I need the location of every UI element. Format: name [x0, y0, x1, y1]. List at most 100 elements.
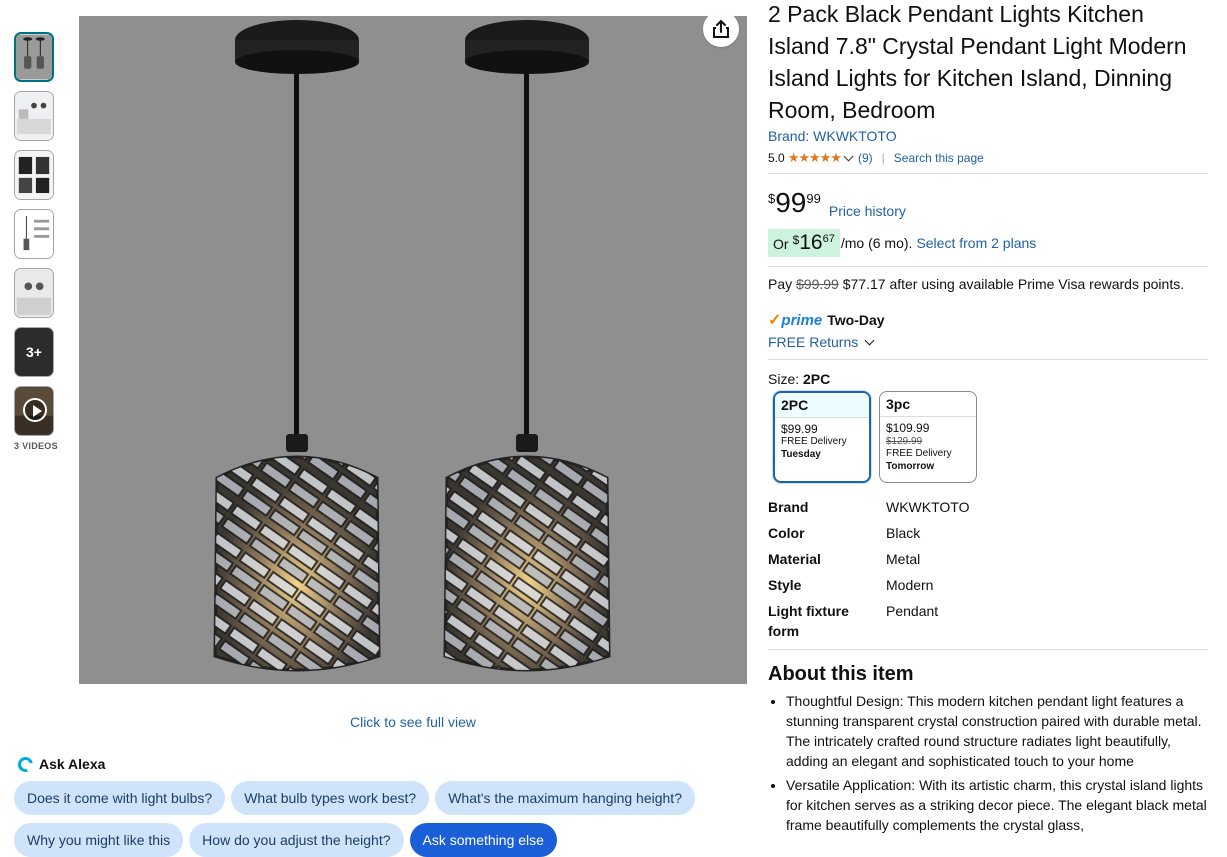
main-product-image[interactable] [79, 16, 747, 684]
thumbnail-5[interactable] [14, 268, 54, 318]
brand-link[interactable]: Brand: WKWKTOTO [768, 128, 1208, 144]
price-whole: 99 [775, 187, 807, 218]
spec-key: Color [768, 525, 805, 541]
price: $9999 [768, 188, 821, 218]
prime-check-icon: ✓ [768, 312, 782, 329]
ask-alexa-title: Ask Alexa [15, 753, 106, 775]
option-name: 3pc [880, 392, 976, 417]
spec-key: Material [768, 551, 821, 567]
spec-row: Color Black [768, 523, 1208, 543]
spec-key: Brand [768, 499, 809, 515]
rating-row: 5.0 ★★★★★ (9) | Search this page [768, 149, 1208, 167]
option-price: $109.99 [886, 421, 930, 435]
pay-original-price: $99.99 [796, 276, 839, 292]
ask-something-else-button[interactable]: Ask something else [409, 823, 557, 857]
about-heading: About this item [768, 663, 914, 685]
price-symbol: $ [768, 191, 776, 206]
spec-key: Style [768, 577, 802, 593]
review-count-link[interactable]: (9) [858, 151, 873, 165]
free-returns-label: FREE Returns [768, 334, 859, 350]
chip-adjust-height[interactable]: How do you adjust the height? [189, 823, 404, 857]
monthly-payment-row: Or $16 67 /mo (6 mo). Select from 2 plans [768, 229, 1208, 257]
product-title: 2 Pack Black Pendant Lights Kitchen Isla… [768, 1, 1187, 123]
thumbnail-3[interactable] [14, 150, 54, 200]
divider [768, 266, 1208, 267]
share-button[interactable] [703, 11, 739, 47]
option-delivery: FREE Delivery [886, 448, 952, 459]
spec-row: Brand WKWKTOTO [768, 497, 1208, 517]
option-day: Tomorrow [886, 461, 935, 472]
option-delivery: FREE Delivery [781, 436, 847, 447]
monthly-badge: Or $16 67 [768, 229, 840, 257]
more-count: 3+ [15, 328, 53, 376]
chevron-down-icon[interactable] [843, 151, 854, 162]
spec-value: WKWKTOTO [886, 499, 970, 515]
thumbnail-2[interactable] [14, 91, 54, 141]
alexa-icon [15, 753, 36, 775]
ask-alexa-label: Ask Alexa [39, 756, 106, 772]
about-bullets: Thoughtful Design: This modern kitchen p… [768, 691, 1208, 835]
rating-value: 5.0 [768, 151, 785, 165]
chip-light-bulbs[interactable]: Does it come with light bulbs? [14, 781, 226, 815]
pay-suffix: $77.17 after using available Prime Visa … [842, 276, 1185, 292]
spec-row: Style Modern [768, 575, 1208, 595]
size-option-2pc[interactable]: 2PC $99.99 FREE Delivery Tuesday [773, 391, 871, 483]
divider [768, 649, 1208, 650]
share-icon [713, 19, 729, 38]
star-rating-icon[interactable]: ★★★★★ [788, 150, 842, 166]
search-page-link[interactable]: Search this page [894, 151, 984, 165]
spec-value: Pendant [886, 603, 939, 619]
alexa-chips: Does it come with light bulbs? What bulb… [14, 781, 754, 857]
pay-prefix: Pay [768, 276, 793, 292]
play-icon [23, 398, 47, 422]
size-label: Size: 2PC [768, 371, 1208, 387]
spec-row: Light fixture form Pendant [768, 601, 1208, 641]
free-returns-link[interactable]: FREE Returns [768, 334, 1208, 350]
option-day: Tuesday [781, 449, 821, 460]
size-option-3pc[interactable]: 3pc $109.99 $129.99 FREE Delivery Tomorr… [879, 391, 977, 483]
chip-why-like[interactable]: Why you might like this [14, 823, 184, 857]
size-label-text: Size: [768, 371, 800, 387]
product-page: 3+ 3 VIDEOS Click to see full view Ask A… [0, 0, 1227, 857]
price-row: $9999 Price history [768, 188, 1208, 220]
divider [768, 173, 1208, 174]
about-bullet: Versatile Application: With its artistic… [786, 775, 1208, 835]
option-name: 2PC [775, 393, 869, 418]
thumbnail-more[interactable]: 3+ [14, 327, 54, 377]
price-history-link[interactable]: Price history [829, 203, 906, 219]
monthly-whole: 16 [799, 231, 823, 254]
option-list-price: $129.99 [886, 436, 923, 447]
option-price: $99.99 [781, 422, 818, 436]
monthly-symbol: $ [792, 233, 800, 247]
full-view-link[interactable]: Click to see full view [79, 714, 747, 730]
product-details: 2 Pack Black Pendant Lights Kitchen Isla… [768, 0, 1208, 839]
monthly-or: Or [773, 236, 789, 252]
spec-value: Metal [886, 551, 921, 567]
divider [768, 359, 1208, 360]
about-bullet: Thoughtful Design: This modern kitchen p… [786, 691, 1208, 771]
videos-label: 3 VIDEOS [14, 441, 58, 451]
thumbnail-video[interactable] [14, 386, 54, 436]
divider: | [881, 151, 885, 165]
select-plans-link[interactable]: Select from 2 plans [916, 235, 1036, 251]
spec-key: Light fixture form [768, 603, 849, 639]
chevron-down-icon [864, 335, 875, 345]
prime-logo: prime [781, 311, 823, 329]
prime-visa-offer: Pay $99.99 $77.17 after using available … [768, 276, 1208, 292]
chip-hanging-height[interactable]: What's the maximum hanging height? [435, 781, 695, 815]
spec-table: Brand WKWKTOTO Color Black Material Metal S… [768, 497, 1208, 641]
spec-row: Material Metal [768, 549, 1208, 569]
delivery-speed: Two-Day [827, 312, 885, 328]
size-selected: 2PC [803, 371, 831, 387]
prime-badge: ✓ prime Two-Day [768, 310, 1208, 330]
thumbnail-1[interactable] [14, 32, 54, 82]
spec-value: Black [886, 525, 921, 541]
spec-value: Modern [886, 577, 934, 593]
thumbnail-strip: 3+ 3 VIDEOS [14, 32, 58, 451]
monthly-suffix: /mo (6 mo). [840, 235, 913, 251]
monthly-fraction: 67 [822, 233, 835, 245]
size-options: 2PC $99.99 FREE Delivery Tuesday 3pc $10… [773, 391, 1208, 483]
thumbnail-4[interactable] [14, 209, 54, 259]
chip-bulb-types[interactable]: What bulb types work best? [231, 781, 430, 815]
price-fraction: 99 [806, 191, 821, 206]
